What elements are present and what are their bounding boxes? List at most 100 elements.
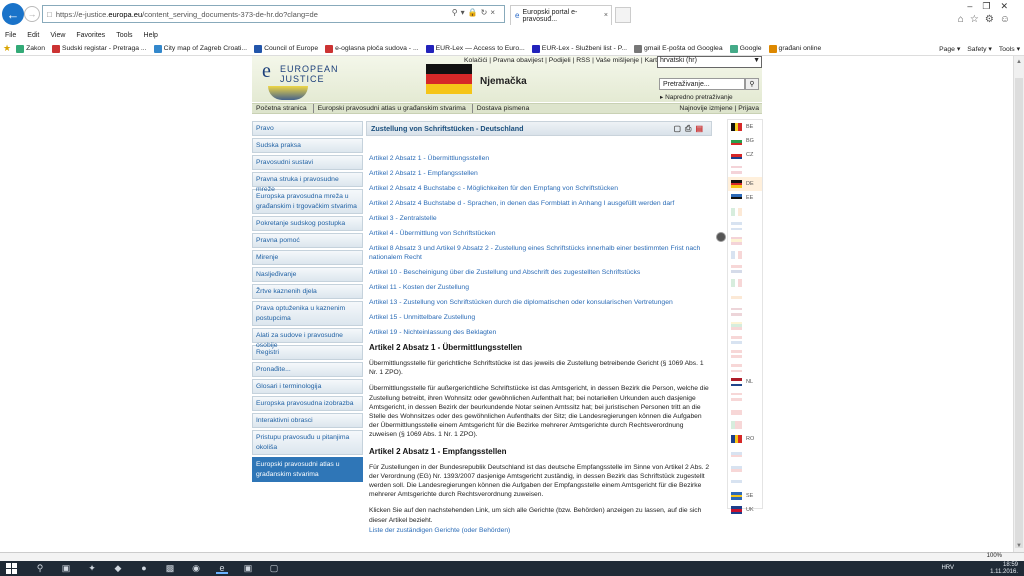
- country-flag-item[interactable]: RO: [728, 432, 762, 446]
- favorite-link[interactable]: Sudski registar - Pretraga ...: [51, 44, 147, 53]
- toc-link[interactable]: Artikel 3 - Zentralstelle: [369, 214, 713, 223]
- tab-close-icon[interactable]: ×: [604, 12, 608, 19]
- sidebar-item[interactable]: Prava optuženika u kaznenim postupcima: [252, 301, 363, 326]
- country-flag-item[interactable]: EE: [728, 191, 762, 205]
- search-icon[interactable]: ⚲: [34, 563, 46, 574]
- ie-icon[interactable]: e: [216, 563, 228, 574]
- sidebar-item[interactable]: Pravo: [252, 121, 363, 136]
- sidebar-item[interactable]: Mirenje: [252, 250, 363, 265]
- sidebar-item[interactable]: Europska pravosudna mreža u građanskim i…: [252, 189, 363, 214]
- command-menu[interactable]: Page ▾: [939, 45, 960, 53]
- country-flag-item[interactable]: [728, 219, 762, 233]
- toc-link[interactable]: Artikel 2 Absatz 4 Buchstabe c - Möglich…: [369, 184, 713, 193]
- favorite-link[interactable]: e-oglasna ploča sudova - ...: [325, 44, 419, 53]
- app-icon[interactable]: ▣: [242, 563, 254, 574]
- menu-item[interactable]: Edit: [27, 32, 39, 39]
- favorite-link[interactable]: EUR-Lex — Access to Euro...: [425, 44, 525, 53]
- sidebar-item[interactable]: Pravna pomoć: [252, 233, 363, 248]
- toc-link[interactable]: Artikel 8 Absatz 3 und Artikel 9 Absatz …: [369, 244, 713, 262]
- windows-start-icon[interactable]: [6, 563, 17, 574]
- toc-link[interactable]: Artikel 2 Absatz 1 - Empfangsstellen: [369, 169, 713, 178]
- toc-link[interactable]: Artikel 11 - Kosten der Zustellung: [369, 283, 713, 292]
- restore-icon[interactable]: ❐: [982, 1, 1000, 11]
- sidebar-item[interactable]: Nasljeđivanje: [252, 267, 363, 282]
- browser-tab[interactable]: e Europski portal e-pravosuđ... ×: [510, 5, 612, 25]
- country-flag-item[interactable]: [728, 304, 762, 318]
- command-menu[interactable]: Tools ▾: [999, 45, 1020, 53]
- refresh-icon[interactable]: ↻: [481, 8, 491, 17]
- favorite-link[interactable]: City map of Zagreb Croati...: [153, 44, 247, 53]
- search-icon[interactable]: ⚲: [452, 8, 461, 17]
- country-flag-item[interactable]: NL: [728, 375, 762, 389]
- country-flag-item[interactable]: [728, 446, 762, 460]
- command-menu[interactable]: Safety ▾: [967, 45, 992, 53]
- search-button[interactable]: ⚲: [745, 78, 759, 90]
- country-flag-item[interactable]: DE: [728, 176, 762, 191]
- sidebar-item[interactable]: Interaktivni obrasci: [252, 413, 363, 428]
- sidebar-item[interactable]: Žrtve kaznenih djela: [252, 284, 363, 299]
- country-flag-item[interactable]: SE: [728, 489, 762, 503]
- vertical-scrollbar[interactable]: ▲ ▼: [1013, 56, 1024, 552]
- country-flag-item[interactable]: [728, 319, 762, 333]
- search-input[interactable]: Pretraživanje...: [659, 78, 745, 90]
- country-flag-item[interactable]: [728, 205, 762, 219]
- clock[interactable]: 18:59 1.11.2016.: [990, 562, 1018, 575]
- browser-icons[interactable]: ⌂☆⚙☺: [958, 14, 1016, 25]
- language-select[interactable]: hrvatski (hr) ▼: [657, 56, 762, 68]
- scroll-down-icon[interactable]: ▼: [1016, 543, 1022, 549]
- breadcrumb-item[interactable]: Dostava pismena: [473, 104, 536, 113]
- dropdown-icon[interactable]: ▾: [461, 8, 468, 17]
- new-tab-button[interactable]: [615, 7, 631, 23]
- toc-link[interactable]: Artikel 10 - Bescheinigung über die Zust…: [369, 268, 713, 277]
- country-flag-item[interactable]: [728, 404, 762, 418]
- menu-item[interactable]: View: [50, 32, 65, 39]
- sidebar-item[interactable]: Glosari i terminologija: [252, 379, 363, 394]
- sidebar-item[interactable]: Pravosudni sustavi: [252, 155, 363, 170]
- zoom-level[interactable]: 100%: [987, 553, 1002, 559]
- sidebar-item[interactable]: Alati za sudove i pravosudne osobije: [252, 328, 363, 349]
- favorite-link[interactable]: Google: [729, 44, 762, 53]
- app-icon[interactable]: ✦: [86, 563, 98, 574]
- country-flag-item[interactable]: [728, 461, 762, 475]
- courts-list-link[interactable]: Liste der zuständigen Gerichte (oder Beh…: [369, 527, 712, 534]
- country-flag-item[interactable]: BE: [728, 120, 762, 134]
- menu-item[interactable]: File: [5, 32, 16, 39]
- country-flag-item[interactable]: [728, 234, 762, 248]
- country-flag-item[interactable]: [728, 163, 762, 177]
- app-icon[interactable]: ▢: [268, 563, 280, 574]
- print-icon[interactable]: ⎙: [685, 124, 695, 133]
- close-icon[interactable]: ×: [490, 8, 498, 17]
- star-icon[interactable]: ☆: [970, 14, 985, 25]
- back-button[interactable]: ←: [2, 3, 24, 25]
- toc-link[interactable]: Artikel 13 - Zustellung von Schriftstück…: [369, 298, 713, 307]
- country-flag-item[interactable]: BG: [728, 134, 762, 148]
- country-flag-item[interactable]: [728, 418, 762, 432]
- input-language[interactable]: HRV: [941, 565, 954, 571]
- sidebar-item[interactable]: Europska pravosudna izobrazba: [252, 396, 363, 411]
- app-icon[interactable]: ●: [138, 563, 150, 574]
- smiley-icon[interactable]: ☺: [1000, 14, 1016, 25]
- sidebar-item[interactable]: Pristupu pravosuđu u pitanjima okoliša: [252, 430, 363, 455]
- menu-item[interactable]: Help: [144, 32, 158, 39]
- toc-link[interactable]: Artikel 15 - Unmittelbare Zustellung: [369, 313, 713, 322]
- country-flag-item[interactable]: UK: [728, 503, 762, 517]
- scroll-thumb[interactable]: [1015, 78, 1023, 548]
- country-flag-item[interactable]: [728, 333, 762, 347]
- toc-link[interactable]: Artikel 2 Absatz 1 - Übermittlungsstelle…: [369, 154, 713, 163]
- address-bar[interactable]: □ https://e-justice. europa.eu/content_se…: [42, 5, 505, 23]
- country-flag-item[interactable]: [728, 262, 762, 276]
- country-flag-item[interactable]: [728, 475, 762, 489]
- address-tools[interactable]: ⚲▾🔒↻×: [452, 8, 498, 17]
- forward-button[interactable]: →: [24, 6, 40, 22]
- menu-item[interactable]: Tools: [116, 32, 132, 39]
- home-icon[interactable]: ⌂: [958, 14, 970, 25]
- chrome-icon[interactable]: ◉: [190, 563, 202, 574]
- folder-icon[interactable]: ▩: [164, 563, 176, 574]
- toc-link[interactable]: Artikel 4 - Übermittlung von Schriftstüc…: [369, 229, 713, 238]
- minimize-icon[interactable]: –: [967, 1, 982, 11]
- toc-link[interactable]: Artikel 19 - Nichteinlassung des Beklagt…: [369, 328, 713, 337]
- sidebar-item[interactable]: Europski pravosudni atlas u građanskim s…: [252, 457, 363, 482]
- country-flag-item[interactable]: [728, 390, 762, 404]
- window-close-icon[interactable]: ✕: [1000, 1, 1018, 11]
- favorite-link[interactable]: Council of Europe: [254, 44, 318, 53]
